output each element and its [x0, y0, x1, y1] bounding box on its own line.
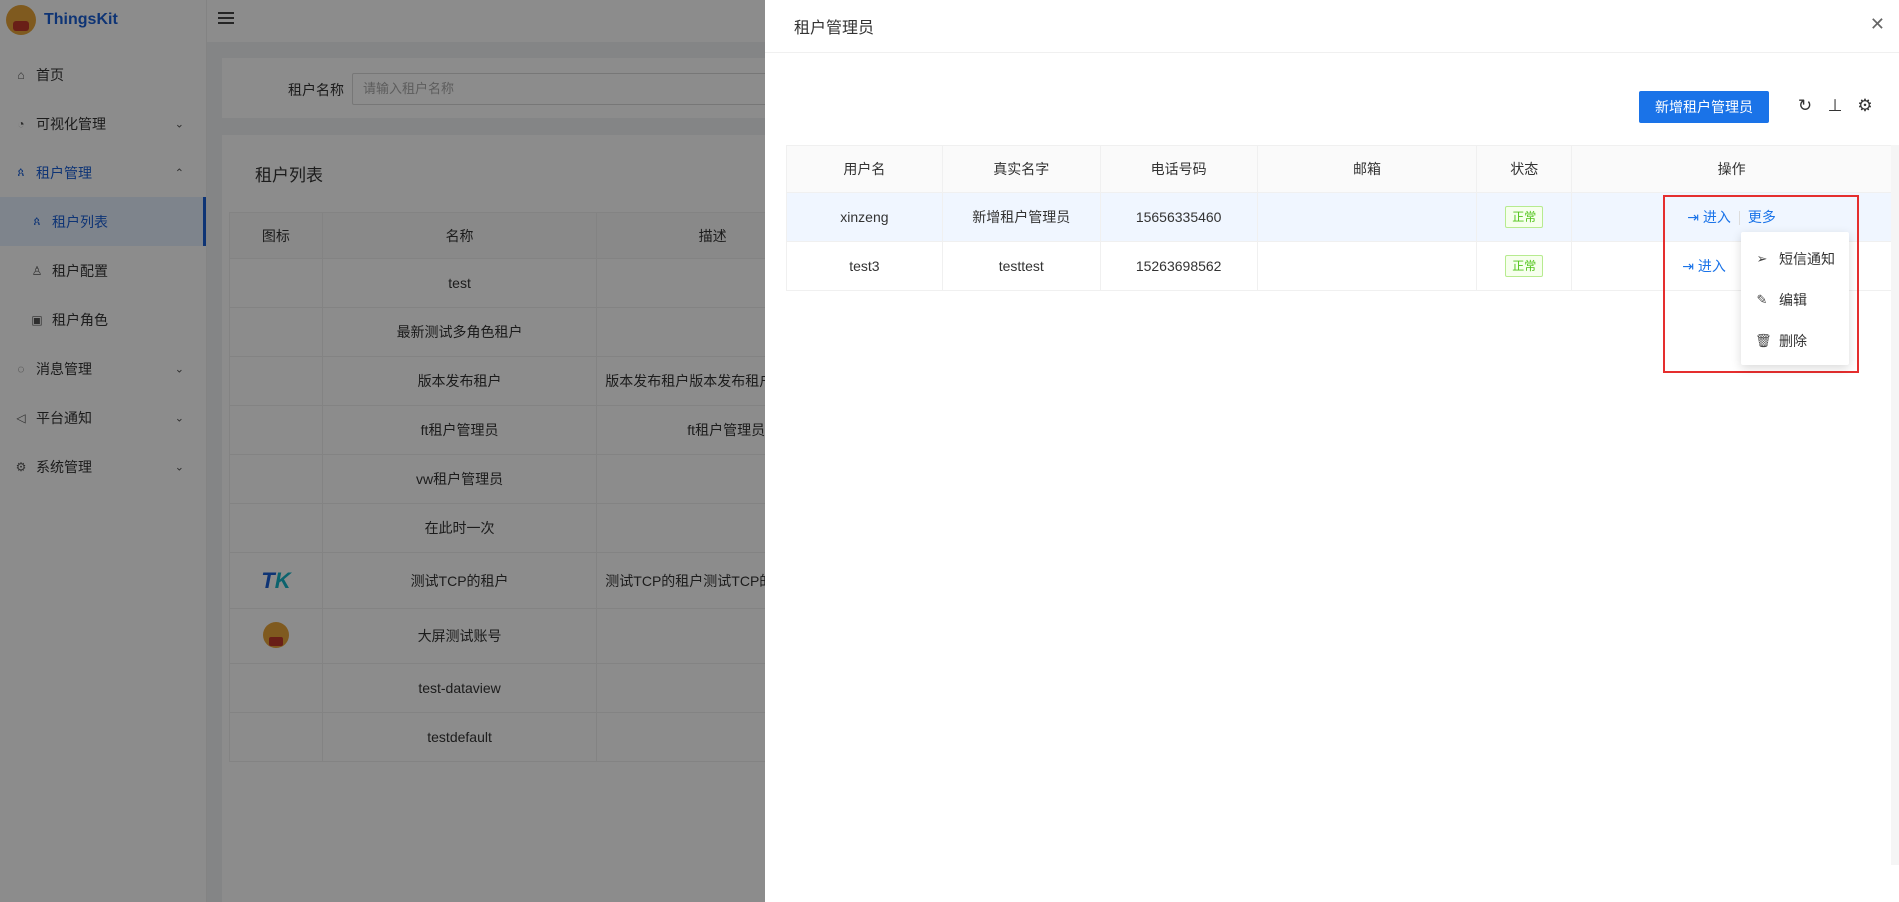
column-height-icon[interactable]: ⊥: [1825, 96, 1845, 116]
close-icon[interactable]: ✕: [1870, 14, 1885, 35]
username-cell: test3: [786, 241, 943, 291]
column-header: 状态: [1476, 145, 1573, 193]
realname-cell: testtest: [941, 241, 1101, 291]
status-badge: 正常: [1505, 255, 1544, 277]
column-header: 电话号码: [1099, 145, 1258, 193]
refresh-icon[interactable]: ↻: [1795, 96, 1815, 116]
drawer-title: 租户管理员: [794, 20, 875, 37]
status-badge: 正常: [1505, 206, 1544, 228]
status-cell: 正常: [1476, 241, 1573, 291]
scrollbar[interactable]: [1891, 145, 1899, 865]
menu-item-edit[interactable]: ✎ 编辑: [1741, 279, 1849, 320]
drawer-header: 租户管理员 ✕: [765, 0, 1899, 53]
column-header: 邮箱: [1256, 145, 1478, 193]
add-tenant-admin-button[interactable]: 新增租户管理员: [1639, 91, 1769, 123]
email-cell: [1256, 241, 1478, 291]
phone-cell: 15656335460: [1099, 192, 1258, 242]
status-cell: 正常: [1476, 192, 1573, 242]
gear-icon[interactable]: ⚙: [1855, 96, 1875, 116]
more-dropdown-menu: ➢ 短信通知 ✎ 编辑 🗑 删除: [1741, 232, 1849, 365]
menu-item-delete[interactable]: 🗑 删除: [1741, 320, 1849, 361]
username-cell: xinzeng: [786, 192, 943, 242]
trash-icon: 🗑: [1755, 332, 1772, 348]
email-cell: [1256, 192, 1478, 242]
column-header: 操作: [1571, 145, 1892, 193]
column-header: 真实名字: [941, 145, 1101, 193]
phone-cell: 15263698562: [1099, 241, 1258, 291]
realname-cell: 新增租户管理员: [941, 192, 1101, 242]
menu-item-label: 编辑: [1779, 291, 1807, 308]
menu-item-label: 短信通知: [1779, 250, 1835, 267]
column-header: 用户名: [786, 145, 943, 193]
tenant-admin-drawer: 租户管理员 ✕ 新增租户管理员 ↻ ⊥ ⚙ 用户名 真实名字 电话号码 邮箱 状…: [765, 0, 1899, 902]
menu-item-label: 删除: [1779, 332, 1807, 349]
menu-item-sms-notify[interactable]: ➢ 短信通知: [1741, 238, 1849, 279]
edit-icon: ✎: [1756, 291, 1768, 307]
send-icon: ➢: [1756, 250, 1768, 266]
